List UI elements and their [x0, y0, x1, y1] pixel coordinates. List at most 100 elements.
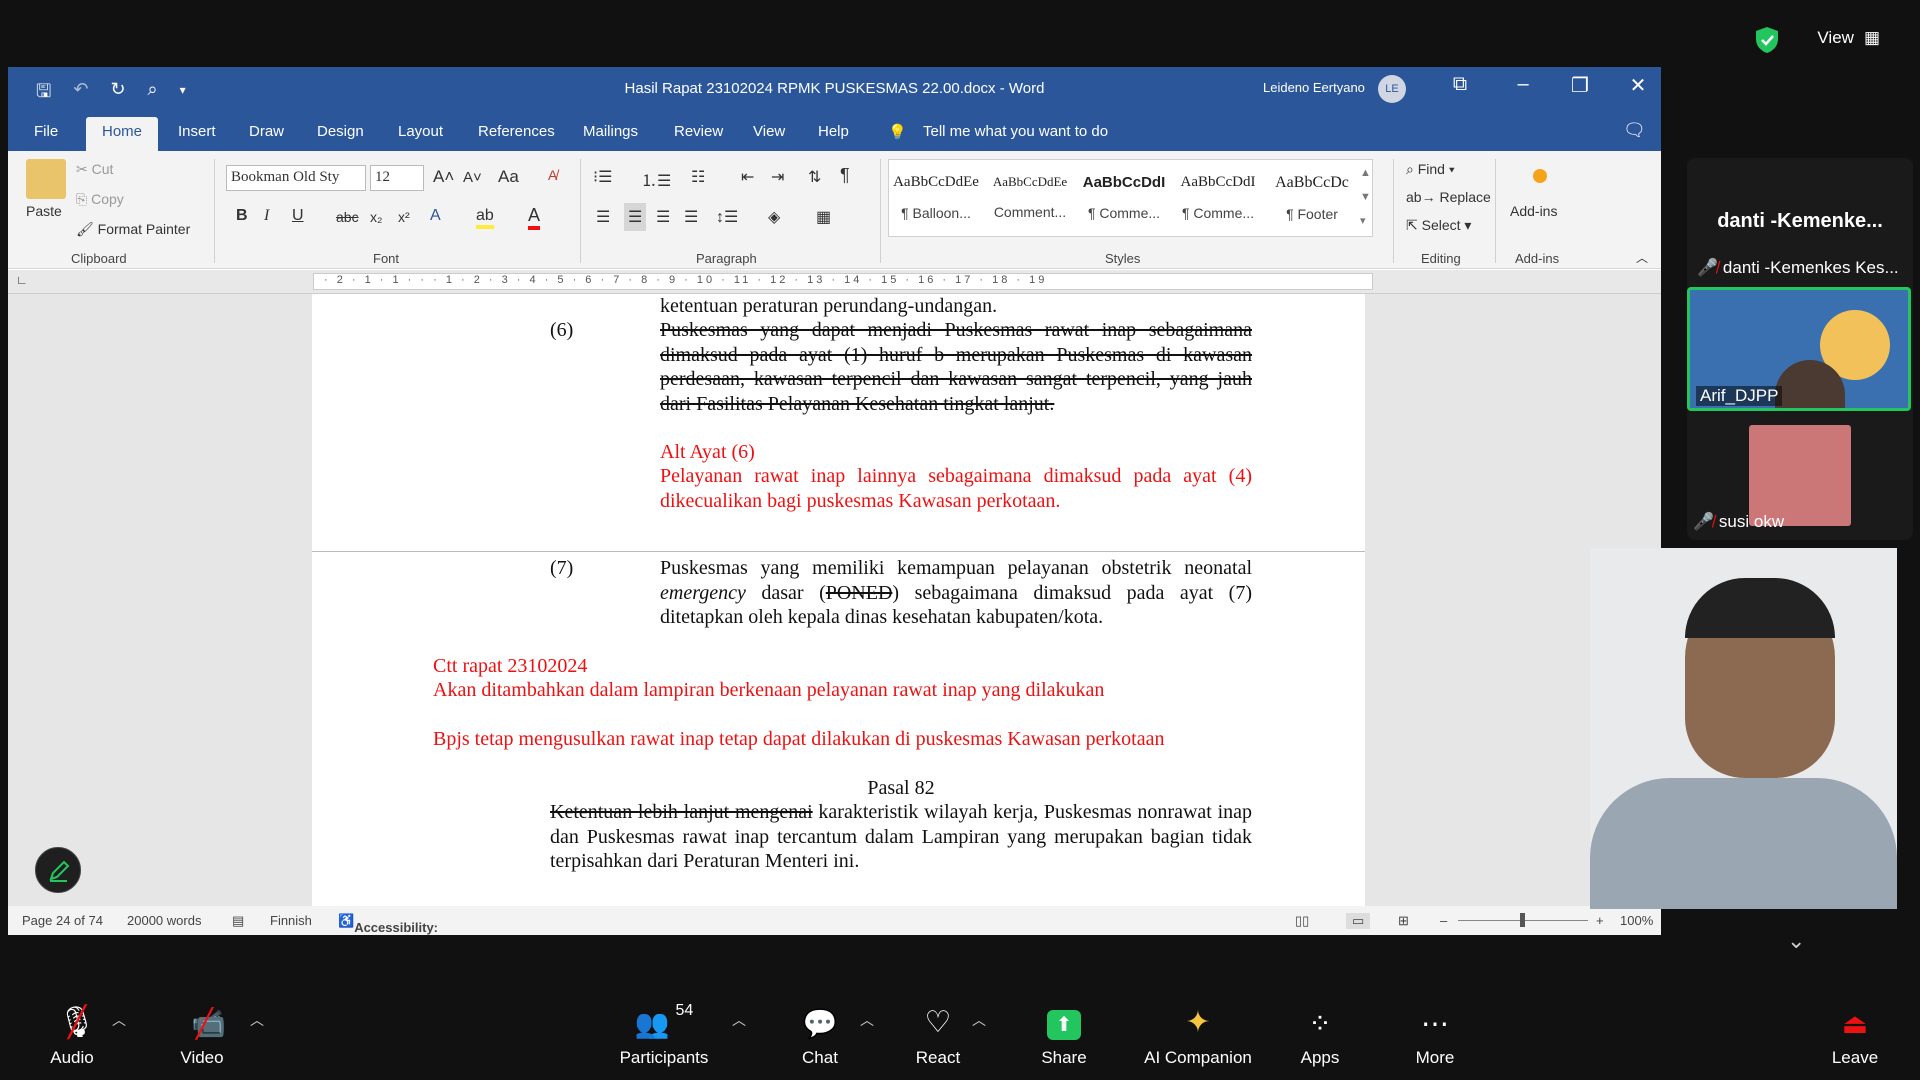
addins-icon[interactable]	[1533, 169, 1547, 183]
tab-layout[interactable]: Layout	[398, 123, 443, 140]
more-button[interactable]: ⋯ More	[1405, 990, 1465, 1080]
paste-button[interactable]: Paste	[26, 203, 62, 219]
change-case-button[interactable]: Aa	[498, 167, 519, 187]
chat-options-caret[interactable]: ︿	[860, 1010, 874, 1030]
increase-indent-icon[interactable]: ⇥	[771, 167, 784, 187]
chat-button[interactable]: 💬 Chat	[790, 990, 850, 1080]
avatar[interactable]: LE	[1378, 75, 1406, 103]
copy-button[interactable]: ⎘ Copy	[76, 191, 124, 208]
tab-selector-icon[interactable]: ∟	[16, 273, 28, 287]
close-icon[interactable]: ✕	[1618, 73, 1658, 98]
underline-icon[interactable]: U	[292, 207, 304, 225]
web-layout-icon[interactable]: ⊞	[1398, 913, 1409, 929]
zoom-slider-thumb[interactable]	[1520, 913, 1525, 927]
apps-button[interactable]: ⁘ Apps	[1290, 990, 1350, 1080]
text-effects-icon[interactable]: A	[430, 207, 441, 225]
font-color-icon[interactable]: A	[528, 205, 541, 230]
zoom-level[interactable]: 100%	[1620, 913, 1653, 928]
shrink-font-icon[interactable]: A˅	[463, 169, 482, 186]
decrease-indent-icon[interactable]: ⇤	[741, 167, 754, 187]
collapse-ribbon-icon[interactable]: ︿	[1636, 249, 1648, 266]
align-center-icon[interactable]: ☰	[624, 203, 647, 231]
accessibility-status[interactable]: ♿ Accessibility: Investigate	[338, 913, 438, 935]
language[interactable]: Finnish	[270, 913, 312, 928]
participant-video-tile[interactable]: Arif_DJPP	[1687, 287, 1911, 411]
annotate-pen-button[interactable]	[35, 847, 81, 893]
react-options-caret[interactable]: ︿	[972, 1010, 986, 1030]
line-spacing-icon[interactable]: ↕☰	[716, 207, 738, 227]
find-button[interactable]: ⌕ Find ▾	[1406, 161, 1455, 178]
minimize-icon[interactable]: –	[1503, 73, 1543, 96]
italic-icon[interactable]: I	[264, 207, 269, 225]
video-button[interactable]: 📹 ╱ Video	[170, 990, 234, 1080]
tab-design[interactable]: Design	[317, 123, 364, 140]
ribbon-display-icon[interactable]: ⧉	[1440, 73, 1480, 96]
grow-font-icon[interactable]: A˄	[433, 167, 454, 187]
multilevel-list-icon[interactable]: ☷	[691, 167, 705, 187]
view-button[interactable]: View ▦	[1817, 28, 1880, 48]
tab-mailings[interactable]: Mailings	[583, 123, 638, 140]
highlight-icon[interactable]: ab	[476, 207, 494, 229]
align-left-icon[interactable]: ☰	[596, 207, 610, 227]
paste-icon[interactable]	[26, 159, 66, 199]
restore-icon[interactable]: ❐	[1560, 73, 1600, 98]
subscript-icon[interactable]: x₂	[370, 209, 382, 225]
page-count[interactable]: Page 24 of 74	[22, 913, 103, 928]
user-name[interactable]: Leideno Eertyano	[1263, 80, 1365, 95]
styles-scroll[interactable]: ▲ ▼ ▾	[1360, 161, 1371, 233]
print-layout-icon[interactable]: ▭	[1346, 913, 1371, 929]
participant-avatar[interactable]	[1749, 425, 1851, 526]
clear-formatting-icon[interactable]: A̸	[548, 167, 557, 183]
style-comment-reference[interactable]: AaBbCcDdEe Comment...	[983, 160, 1077, 238]
tab-view[interactable]: View	[753, 123, 785, 140]
participants-options-caret[interactable]: ︿	[732, 1010, 746, 1030]
select-button[interactable]: ⇱ Select ▾	[1406, 217, 1471, 234]
replace-button[interactable]: ab→ Replace	[1406, 189, 1491, 205]
style-comment-subject[interactable]: AaBbCcDdI ¶ Comme...	[1077, 160, 1171, 238]
style-balloon-text[interactable]: AaBbCcDdEe ¶ Balloon...	[889, 160, 983, 238]
show-formatting-icon[interactable]: ¶	[840, 165, 850, 186]
word-count[interactable]: 20000 words	[127, 913, 201, 928]
ai-companion-button[interactable]: ✦ AI Companion	[1138, 990, 1258, 1080]
style-comment-text[interactable]: AaBbCcDdI ¶ Comme...	[1171, 160, 1265, 238]
audio-button[interactable]: 🎙 ╱ Audio	[40, 990, 104, 1080]
font-name-select[interactable]: Bookman Old Sty	[226, 165, 366, 191]
tab-file[interactable]: File	[34, 123, 58, 140]
tab-home[interactable]: Home	[86, 117, 159, 151]
bullets-icon[interactable]: ⁝☰	[593, 167, 612, 187]
numbering-icon[interactable]: ⒈☰	[641, 167, 671, 191]
borders-icon[interactable]: ▦	[816, 207, 831, 227]
cut-button[interactable]: ✂ Cut	[76, 161, 113, 178]
zoom-out-icon[interactable]: –	[1440, 913, 1447, 928]
tab-insert[interactable]: Insert	[178, 123, 216, 140]
tab-draw[interactable]: Draw	[249, 123, 284, 140]
tab-help[interactable]: Help	[818, 123, 849, 140]
sort-icon[interactable]: ⇅	[808, 167, 821, 187]
react-button[interactable]: ♡ React	[908, 990, 968, 1080]
share-button[interactable]: ⬆ Share	[1034, 990, 1094, 1080]
audio-options-caret[interactable]: ︿	[112, 1010, 126, 1030]
chevron-down-icon[interactable]: ⌄	[1787, 928, 1805, 954]
superscript-icon[interactable]: x²	[398, 209, 410, 225]
tell-me-search[interactable]: Tell me what you want to do	[923, 123, 1108, 140]
addins-button[interactable]: Add-ins	[1510, 203, 1557, 219]
leave-button[interactable]: ⏏ Leave	[1820, 990, 1890, 1080]
strikethrough-icon[interactable]: abc	[336, 209, 359, 225]
horizontal-ruler[interactable]: · 2 · 1 · 1 · · · 1 · 2 · 3 · 4 · 5 · 6 …	[313, 273, 1373, 290]
align-right-icon[interactable]: ☰	[656, 207, 670, 227]
bold-icon[interactable]: B	[236, 207, 248, 225]
document-page[interactable]: ketentuan peraturan perundang-undangan. …	[312, 294, 1365, 906]
shading-icon[interactable]: ◈	[768, 207, 780, 227]
format-painter-button[interactable]: 🖌 Format Painter	[76, 221, 190, 238]
zoom-in-icon[interactable]: +	[1596, 913, 1604, 928]
tab-review[interactable]: Review	[674, 123, 723, 140]
font-size-select[interactable]: 12	[370, 165, 424, 191]
tab-references[interactable]: References	[478, 123, 555, 140]
style-footer[interactable]: AaBbCcDc ¶ Footer	[1265, 160, 1359, 238]
read-mode-icon[interactable]: ▯▯	[1295, 913, 1309, 929]
participants-button[interactable]: 👥 54 Participants	[614, 990, 714, 1080]
justify-icon[interactable]: ☰	[684, 207, 698, 227]
comments-icon[interactable]: 🗨	[1623, 120, 1646, 141]
video-options-caret[interactable]: ︿	[250, 1010, 264, 1030]
proofing-icon[interactable]: ▤	[232, 913, 244, 929]
